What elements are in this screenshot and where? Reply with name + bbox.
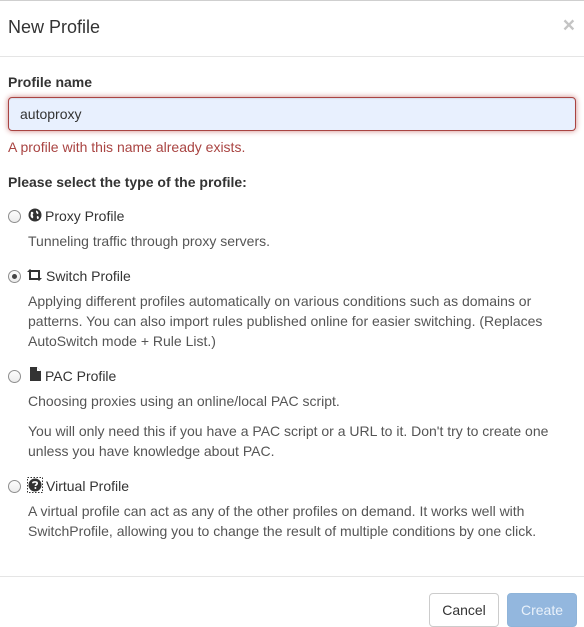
radio-virtual-profile[interactable] [8,480,21,493]
option-description: A virtual profile can act as any of the … [28,503,537,539]
profile-name-input[interactable] [8,97,576,131]
profile-name-label: Profile name [8,74,93,90]
cancel-button[interactable]: Cancel [429,593,499,627]
option-proxy-profile[interactable]: Proxy Profile [8,207,568,227]
option-virtual-profile[interactable]: Virtual Profile [8,477,568,497]
dialog-header: New Profile × [0,1,584,57]
profile-type-label: Please select the type of the profile: [8,174,247,190]
create-button[interactable]: Create [507,593,577,627]
question-icon [27,477,43,493]
option-pac-profile[interactable]: PAC Profile [8,367,568,387]
option-switch-profile[interactable]: Switch Profile [8,267,568,287]
file-icon [30,367,46,383]
dialog-footer-divider [0,576,584,577]
name-error-message: A profile with this name already exists. [8,139,246,155]
option-description: Tunneling traffic through proxy servers. [28,233,271,249]
option-label: PAC Profile [45,368,117,384]
retweet-icon [26,268,42,284]
globe-icon [28,208,44,224]
radio-pac-profile[interactable] [8,370,21,383]
radio-proxy-profile[interactable] [8,210,21,223]
option-label: Virtual Profile [46,478,130,494]
option-description: Choosing proxies using an online/local P… [28,393,340,409]
radio-switch-profile[interactable] [8,270,21,283]
option-description: You will only need this if you have a PA… [28,423,549,459]
close-icon[interactable]: × [563,15,575,36]
option-label: Switch Profile [46,268,131,284]
option-label: Proxy Profile [45,208,125,224]
option-description: Applying different profiles automaticall… [28,293,543,349]
dialog-title: New Profile [8,17,101,37]
